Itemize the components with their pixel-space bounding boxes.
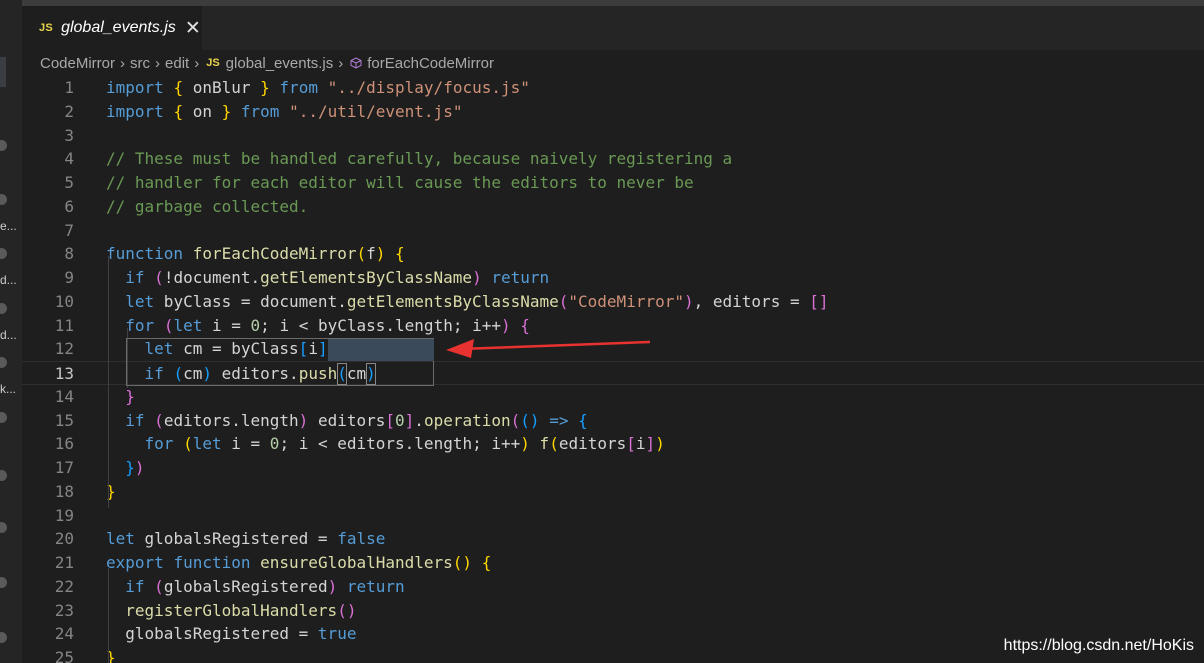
red-arrow-annotation xyxy=(446,339,651,358)
watermark: https://blog.csdn.net/HoKis xyxy=(1003,637,1194,654)
annotation-layer xyxy=(446,339,651,358)
